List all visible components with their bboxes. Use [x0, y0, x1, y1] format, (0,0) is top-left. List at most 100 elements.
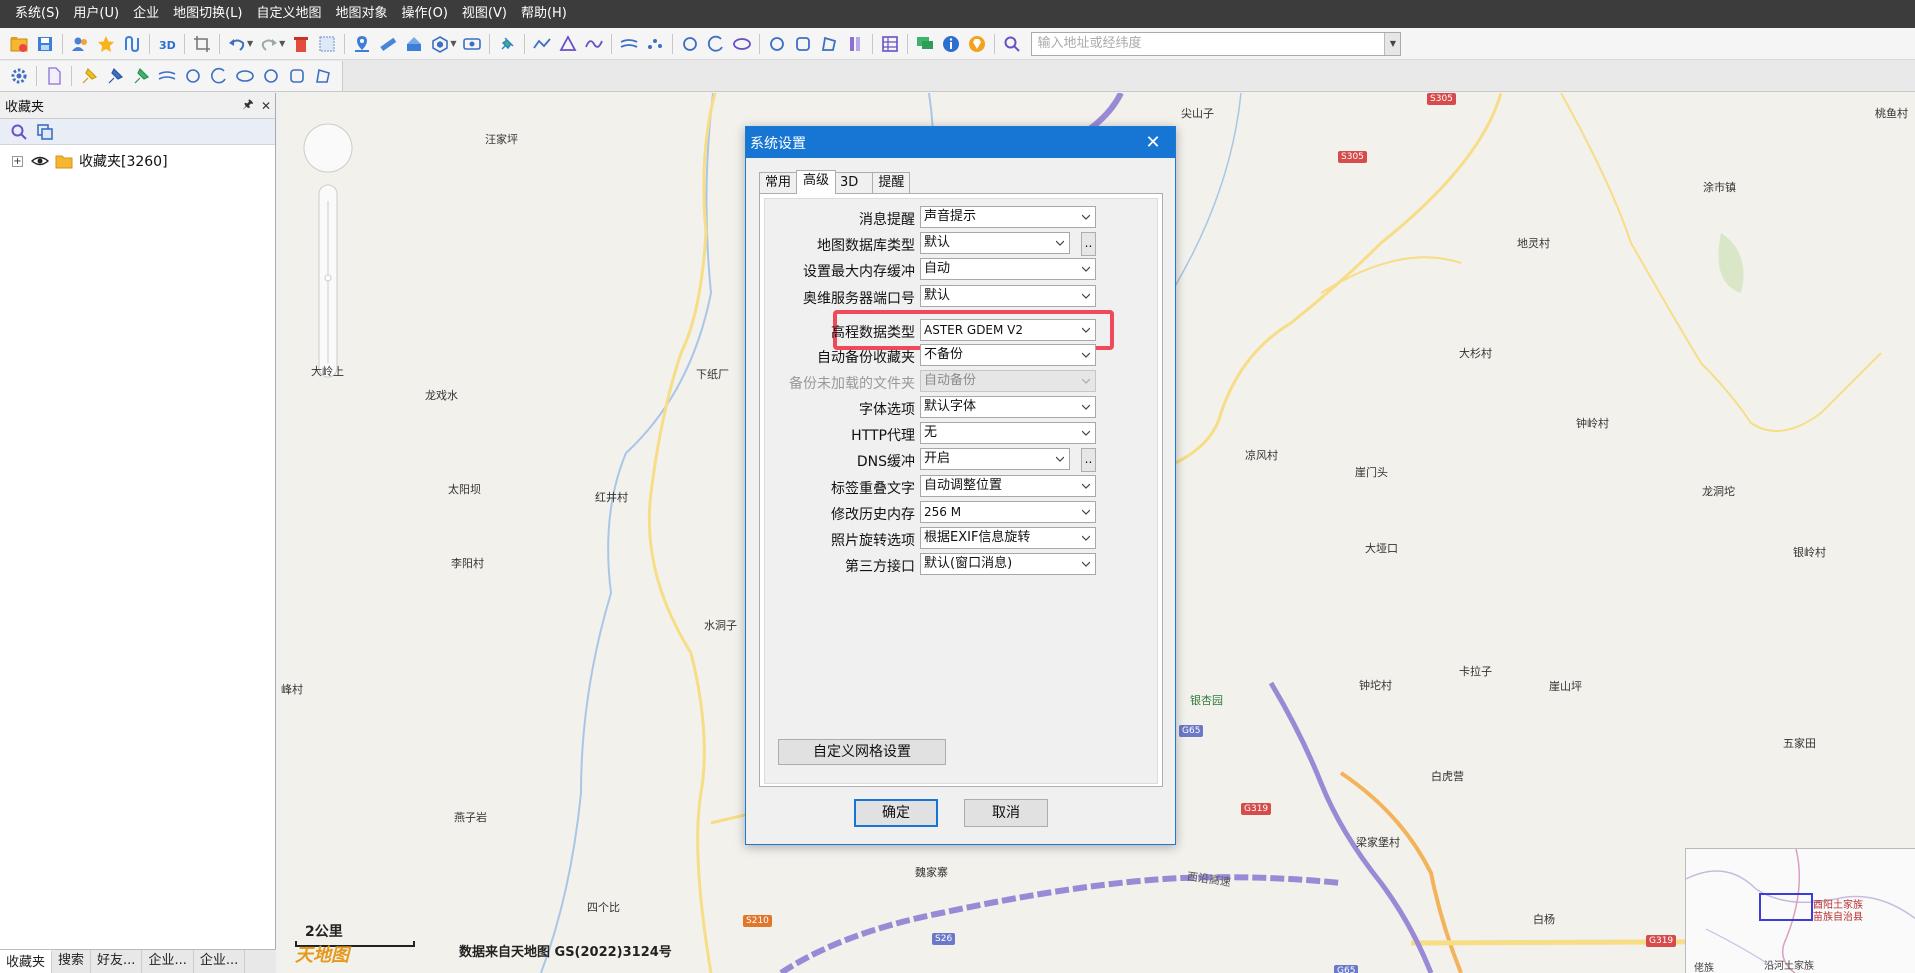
rounded-rect-icon[interactable] — [792, 33, 814, 55]
polyline-icon[interactable] — [531, 33, 553, 55]
tab-advanced[interactable]: 高级 — [796, 170, 837, 194]
tab-enterprise-2[interactable]: 企业... — [194, 949, 246, 973]
pin-icon[interactable] — [496, 33, 518, 55]
overview-minimap[interactable]: 酉阳土家族 苗族自治县 佬族 沿河土家族 — [1685, 848, 1915, 973]
road-icon[interactable] — [618, 33, 640, 55]
custom-grid-settings-button[interactable]: 自定义网格设置 — [778, 739, 946, 765]
font-options-select[interactable]: 默认字体 — [920, 396, 1096, 418]
menu-view[interactable]: 视图(V) — [455, 0, 514, 28]
copy-icon[interactable] — [34, 121, 56, 143]
elevation-type-select[interactable]: ASTER GDEM V2 — [920, 319, 1096, 341]
tab-general[interactable]: 常用 — [759, 172, 798, 193]
arc-icon[interactable] — [705, 33, 727, 55]
save-icon[interactable] — [34, 33, 56, 55]
road-line-icon[interactable] — [156, 65, 178, 87]
http-proxy-select[interactable]: 无 — [920, 422, 1096, 444]
search-favorites-icon[interactable] — [8, 121, 30, 143]
ruler-icon[interactable] — [377, 33, 399, 55]
search-icon[interactable] — [1001, 33, 1023, 55]
tab-favorites[interactable]: 收藏夹 — [0, 949, 53, 973]
points-icon[interactable] — [644, 33, 666, 55]
yellow-pin-icon[interactable] — [78, 65, 100, 87]
undo-dropdown-icon[interactable]: ▼ — [247, 39, 253, 48]
track-icon[interactable] — [121, 33, 143, 55]
history-memory-select[interactable]: 256 M — [920, 501, 1096, 523]
menu-operation[interactable]: 操作(O) — [395, 0, 455, 28]
photo-rotation-select[interactable]: 根据EXIF信息旋转 — [920, 527, 1096, 549]
zoom-slider-icon[interactable] — [301, 123, 361, 383]
dns-cache-more-button[interactable]: .. — [1081, 448, 1096, 472]
grid-table-icon[interactable] — [879, 33, 901, 55]
message-alert-select[interactable]: 声音提示 — [920, 206, 1096, 228]
quad-draw-icon[interactable] — [312, 65, 334, 87]
expand-toggle-icon[interactable]: + — [12, 155, 23, 167]
menu-user[interactable]: 用户(U) — [66, 0, 126, 28]
rect-draw-icon[interactable] — [286, 65, 308, 87]
place-label: 龙洞坨 — [1702, 485, 1735, 498]
map-db-type-more-button[interactable]: .. — [1081, 232, 1096, 256]
overview-viewport-box[interactable] — [1759, 893, 1813, 921]
circle-draw-icon[interactable] — [182, 65, 204, 87]
address-search-input[interactable] — [1032, 32, 1385, 55]
map-db-type-select[interactable]: 默认 — [920, 232, 1070, 254]
document-icon[interactable] — [43, 65, 65, 87]
bookmark-icon[interactable] — [844, 33, 866, 55]
3d-view-icon[interactable]: 3D — [156, 33, 178, 55]
layers-dropdown-icon[interactable]: ▼ — [450, 39, 456, 48]
delete-icon[interactable] — [290, 33, 312, 55]
cancel-button[interactable]: 取消 — [964, 799, 1048, 827]
info-icon[interactable] — [940, 33, 962, 55]
tab-search[interactable]: 搜索 — [52, 949, 92, 973]
visibility-eye-icon[interactable] — [29, 150, 51, 172]
menu-map-switch[interactable]: 地图切换(L) — [166, 0, 249, 28]
menu-map-objects[interactable]: 地图对象 — [329, 0, 395, 28]
server-port-select[interactable]: 默认 — [920, 285, 1096, 307]
label-overlap-select[interactable]: 自动调整位置 — [920, 475, 1096, 497]
pin-panel-icon[interactable]: 🖈 — [239, 95, 257, 116]
redo-icon[interactable] — [258, 33, 280, 55]
select-value: 声音提示 — [924, 209, 977, 224]
ring-draw-icon[interactable] — [260, 65, 282, 87]
users-icon[interactable] — [69, 33, 91, 55]
tab-friends[interactable]: 好友... — [91, 949, 143, 973]
layers-icon[interactable] — [429, 33, 451, 55]
ok-button[interactable]: 确定 — [854, 799, 938, 827]
place-marker-icon[interactable] — [351, 33, 373, 55]
chat-icon[interactable] — [914, 33, 936, 55]
menu-custom-map[interactable]: 自定义地图 — [249, 0, 328, 28]
new-folder-icon[interactable] — [8, 33, 30, 55]
arc-draw-icon[interactable] — [208, 65, 230, 87]
tab-reminder[interactable]: 提醒 — [872, 172, 911, 193]
dialog-close-icon[interactable]: ✕ — [1131, 127, 1175, 158]
redo-dropdown-icon[interactable]: ▼ — [279, 39, 285, 48]
select-all-icon[interactable] — [316, 33, 338, 55]
menu-help[interactable]: 帮助(H) — [514, 0, 574, 28]
dns-cache-select[interactable]: 开启 — [920, 448, 1070, 470]
menu-system[interactable]: 系统(S) — [8, 0, 66, 28]
blue-pin-icon[interactable] — [104, 65, 126, 87]
undo-icon[interactable] — [226, 33, 248, 55]
green-pin-icon[interactable] — [130, 65, 152, 87]
max-memory-select[interactable]: 自动 — [920, 258, 1096, 280]
ellipse-icon[interactable] — [731, 33, 753, 55]
area-measure-icon[interactable] — [403, 33, 425, 55]
circle-icon[interactable] — [679, 33, 701, 55]
ellipse-draw-icon[interactable] — [234, 65, 256, 87]
close-panel-icon[interactable]: ✕ — [257, 99, 275, 113]
gps-device-icon[interactable] — [461, 33, 483, 55]
auto-backup-select[interactable]: 不备份 — [920, 344, 1096, 366]
circle-outline-icon[interactable] — [766, 33, 788, 55]
favorites-root-label[interactable]: 收藏夹[3260] — [79, 151, 168, 171]
favorite-star-icon[interactable] — [95, 33, 117, 55]
tab-enterprise-1[interactable]: 企业... — [142, 949, 194, 973]
vip-diamond-icon[interactable] — [966, 33, 988, 55]
curve-icon[interactable] — [583, 33, 605, 55]
third-party-select[interactable]: 默认(窗口消息) — [920, 553, 1096, 575]
menu-enterprise[interactable]: 企业 — [126, 0, 166, 28]
search-history-dropdown[interactable]: ▼ — [1384, 32, 1401, 55]
sector-icon[interactable] — [818, 33, 840, 55]
tab-3d[interactable]: 3D — [835, 172, 874, 193]
polygon-icon[interactable] — [557, 33, 579, 55]
settings-gear-icon[interactable] — [8, 65, 30, 87]
crop-icon[interactable] — [191, 33, 213, 55]
